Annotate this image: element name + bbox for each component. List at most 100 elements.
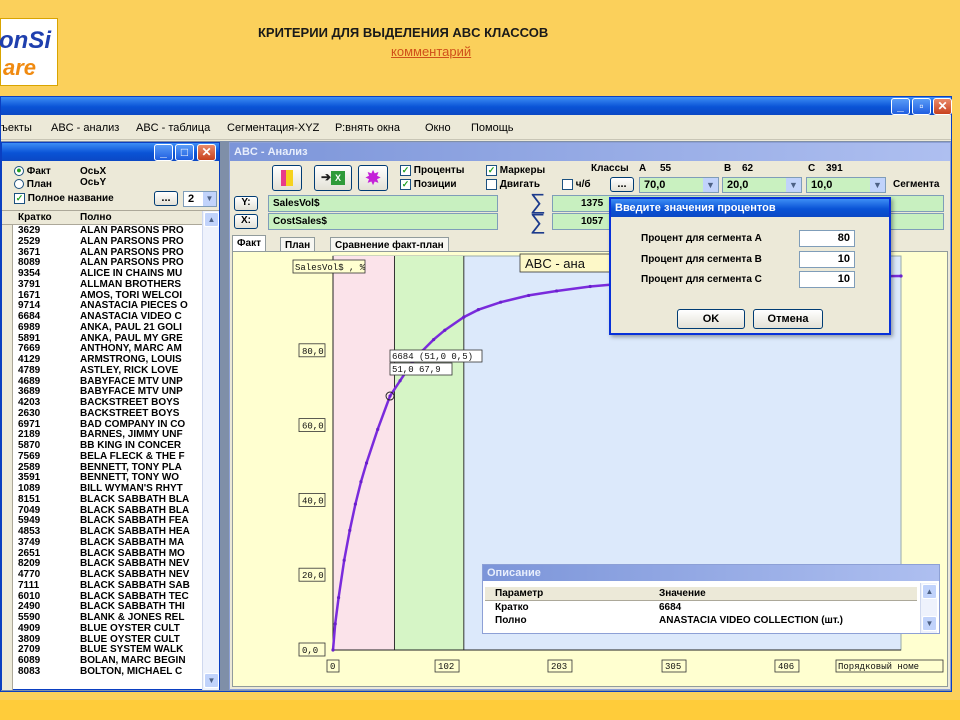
- list-scrollbar[interactable]: ▲ ▼: [202, 211, 219, 690]
- table-row[interactable]: 4770 BLACK SABBATH NEV: [18, 570, 202, 581]
- table-row[interactable]: 5870 BB KING IN CONCER: [18, 441, 202, 452]
- table-row[interactable]: 8209 BLACK SABBATH NEV: [18, 559, 202, 570]
- table-row[interactable]: 6010 BLACK SABBATH TEC: [18, 592, 202, 603]
- table-row[interactable]: 2651 BLACK SABBATH MO: [18, 549, 202, 560]
- menu-item-xyz-segmentation[interactable]: Сегментация-XYZ: [227, 122, 319, 134]
- list-maximize-button[interactable]: □: [175, 144, 194, 161]
- combo-class-a[interactable]: 70,0 ▼: [639, 177, 719, 193]
- table-row[interactable]: 3791 ALLMAN BROTHERS: [18, 280, 202, 291]
- cb-positions[interactable]: ✓ Позиции: [400, 179, 457, 190]
- table-row[interactable]: 7049 BLACK SABBATH BLA: [18, 506, 202, 517]
- table-header: Кратко Полно: [2, 211, 202, 225]
- menu-item-abc-analysis[interactable]: ABC - анализ: [51, 122, 119, 134]
- description-scrollbar[interactable]: ▲ ▼: [920, 583, 937, 633]
- table-row[interactable]: 6684 ANASTACIA VIDEO C: [18, 312, 202, 323]
- axis-y-label: ОсьY: [80, 177, 107, 188]
- table-row[interactable]: 3689 BABYFACE MTV UNP: [18, 387, 202, 398]
- table-row[interactable]: 4909 BLUE OYSTER CULT: [18, 624, 202, 635]
- menu-item-abc-table[interactable]: ABC - таблица: [136, 122, 210, 134]
- table-row[interactable]: 1671 AMOS, TORI WELCOI: [18, 291, 202, 302]
- abc-titlebar: ABC - Анализ: [230, 143, 950, 161]
- dialog-ok-button[interactable]: OK: [677, 309, 745, 329]
- cb-markers[interactable]: ✓ Маркеры: [486, 165, 545, 176]
- dialog-input-c[interactable]: 10: [799, 271, 855, 288]
- menu-item-help[interactable]: Помощь: [471, 122, 514, 134]
- number-dropdown-icon[interactable]: ▼: [203, 192, 216, 206]
- abc-toolbar-star-button[interactable]: ✸: [358, 165, 388, 191]
- logo: onSi are: [0, 18, 58, 86]
- classes-dots-button[interactable]: ...: [610, 177, 634, 192]
- menu-item-arrange-windows[interactable]: Р:внять окна: [335, 122, 400, 134]
- cb-percent[interactable]: ✓ Проценты: [400, 165, 464, 176]
- list-number-field[interactable]: 2 ▼: [183, 191, 217, 207]
- combo-class-c[interactable]: 10,0 ▼: [806, 177, 886, 193]
- items-list-window: _ □ ✕ ● Факт План ОсьX ОсьY ✓ Полное наз…: [1, 142, 220, 690]
- table-row[interactable]: 4129 ARMSTRONG, LOUIS: [18, 355, 202, 366]
- markers-check-icon: ✓: [486, 165, 497, 176]
- app-close-button[interactable]: ✕: [933, 98, 952, 115]
- table-row[interactable]: 3671 ALAN PARSONS PRO: [18, 248, 202, 259]
- list-dots-button[interactable]: ...: [154, 191, 178, 206]
- table-row[interactable]: 6989 ANKA, PAUL 21 GOLI: [18, 323, 202, 334]
- list-minimize-button[interactable]: _: [154, 144, 173, 161]
- table-row[interactable]: 5891 ANKA, PAUL MY GRE: [18, 334, 202, 345]
- combo-class-b[interactable]: 20,0 ▼: [722, 177, 802, 193]
- table-row[interactable]: 3629 ALAN PARSONS PRO: [18, 226, 202, 237]
- table-row[interactable]: 9354 ALICE IN CHAINS MU: [18, 269, 202, 280]
- col-full-header[interactable]: Полно: [80, 212, 112, 223]
- table-row[interactable]: 8151 BLACK SABBATH BLA: [18, 495, 202, 506]
- table-row[interactable]: 9714 ANASTACIA PIECES O: [18, 301, 202, 312]
- table-row[interactable]: 1089 BILL WYMAN'S RHYT: [18, 484, 202, 495]
- table-row[interactable]: 4689 BABYFACE MTV UNP: [18, 377, 202, 388]
- slide-subtitle-link[interactable]: комментарий: [391, 44, 471, 59]
- table-row[interactable]: 2589 BENNETT, TONY PLA: [18, 463, 202, 474]
- table-row[interactable]: 3591 BENNETT, TONY WO: [18, 473, 202, 484]
- table-row[interactable]: 5590 BLANK & JONES REL: [18, 613, 202, 624]
- abc-toolbar-report-button[interactable]: [272, 165, 302, 191]
- menu-item-objects[interactable]: ъекты: [1, 122, 32, 134]
- radio-plan[interactable]: План: [14, 179, 52, 190]
- table-row[interactable]: 4203 BACKSTREET BOYS: [18, 398, 202, 409]
- cb-bw[interactable]: ч/б: [562, 179, 591, 190]
- table-row[interactable]: 7111 BLACK SABBATH SAB: [18, 581, 202, 592]
- table-row[interactable]: 7569 BELA FLECK & THE F: [18, 452, 202, 463]
- x-field[interactable]: CostSales$: [268, 213, 498, 230]
- table-row[interactable]: 4789 ASTLEY, RICK LOVE: [18, 366, 202, 377]
- dialog-cancel-button[interactable]: Отмена: [753, 309, 823, 329]
- table-row[interactable]: 2630 BACKSTREET BOYS: [18, 409, 202, 420]
- table-row[interactable]: 4853 BLACK SABBATH HEA: [18, 527, 202, 538]
- list-close-button[interactable]: ✕: [197, 144, 216, 161]
- table-row[interactable]: 8089 ALAN PARSONS PRO: [18, 258, 202, 269]
- x-axis-button[interactable]: X:: [234, 214, 258, 229]
- scroll-down-icon[interactable]: ▼: [922, 616, 937, 631]
- table-row[interactable]: 2189 BARNES, JIMMY UNF: [18, 430, 202, 441]
- tab-compare[interactable]: Сравнение факт-план: [330, 237, 449, 252]
- y-field[interactable]: SalesVol$: [268, 195, 498, 212]
- tab-plan[interactable]: План: [280, 237, 316, 252]
- tab-fact[interactable]: Факт: [232, 235, 266, 252]
- table-row[interactable]: 2490 BLACK SABBATH THI: [18, 602, 202, 613]
- scroll-up-icon[interactable]: ▲: [204, 212, 219, 227]
- table-row[interactable]: 7669 ANTHONY, MARC AM: [18, 344, 202, 355]
- table-row[interactable]: 2709 BLUE SYSTEM WALK: [18, 645, 202, 656]
- abc-toolbar-export-button[interactable]: ➔ X: [314, 165, 352, 191]
- radio-fact[interactable]: ● Факт: [14, 166, 51, 177]
- dialog-input-a[interactable]: 80: [799, 230, 855, 247]
- table-row[interactable]: 6971 BAD COMPANY IN CO: [18, 420, 202, 431]
- table-row[interactable]: 3809 BLUE OYSTER CULT: [18, 635, 202, 646]
- y-axis-button[interactable]: Y:: [234, 196, 258, 211]
- table-row[interactable]: 5949 BLACK SABBATH FEA: [18, 516, 202, 527]
- menu-item-window[interactable]: Окно: [425, 122, 451, 134]
- scroll-up-icon[interactable]: ▲: [922, 584, 937, 599]
- table-row[interactable]: 6089 BOLAN, MARC BEGIN: [18, 656, 202, 667]
- app-minimize-button[interactable]: _: [891, 98, 910, 115]
- dialog-input-b[interactable]: 10: [799, 251, 855, 268]
- col-short-header[interactable]: Кратко: [18, 212, 52, 223]
- row-short-cell: 4853: [18, 527, 41, 537]
- table-row[interactable]: 3749 BLACK SABBATH MA: [18, 538, 202, 549]
- app-restore-button[interactable]: ▫: [912, 98, 931, 115]
- scroll-down-icon[interactable]: ▼: [204, 673, 219, 688]
- full-name-checkbox[interactable]: ✓ Полное название: [14, 193, 114, 204]
- table-row[interactable]: 2529 ALAN PARSONS PRO: [18, 237, 202, 248]
- table-row[interactable]: 8083 BOLTON, MICHAEL C: [18, 667, 202, 678]
